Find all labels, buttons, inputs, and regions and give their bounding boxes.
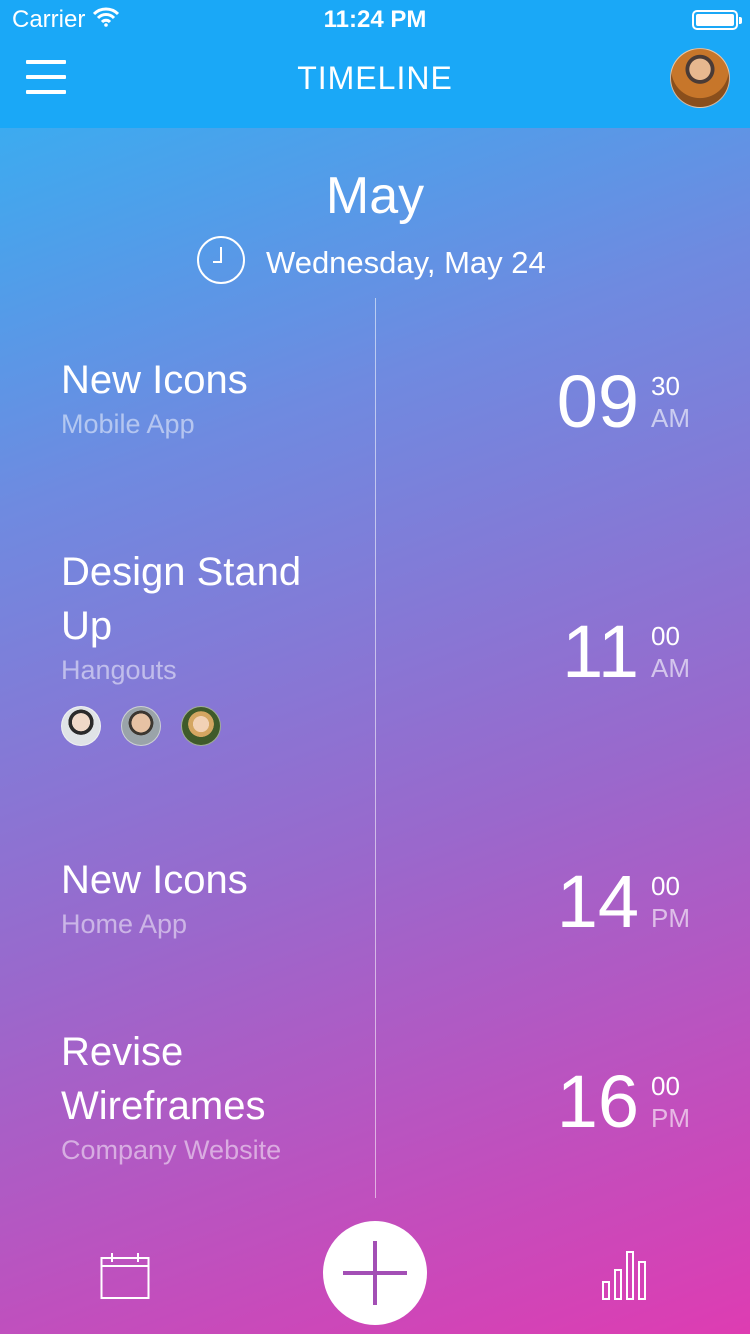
event-title-line1: Design Stand: [61, 550, 302, 594]
nav-bar: TIMELINE: [0, 40, 750, 128]
event-subtitle: Hangouts: [61, 655, 177, 685]
event-minutes: 00: [651, 1071, 680, 1101]
event-item[interactable]: New Icons Home App: [61, 853, 361, 940]
month-heading: May: [325, 167, 425, 225]
add-event-button[interactable]: [323, 1221, 427, 1325]
date-row[interactable]: Wednesday, May 24: [196, 235, 546, 290]
attendee-avatar[interactable]: [61, 706, 101, 746]
event-title-line2: Up: [61, 604, 113, 648]
clock-icon: [196, 235, 246, 290]
event-time: 14 00 PM: [557, 865, 690, 939]
event-time: 11 00 AM: [562, 615, 690, 689]
event-title: New Icons: [61, 358, 248, 402]
event-period: PM: [651, 1103, 690, 1133]
event-subtitle: Mobile App: [61, 409, 195, 439]
user-avatar[interactable]: [670, 48, 730, 108]
event-minutes: 00: [651, 871, 680, 901]
event-title: New Icons: [61, 858, 248, 902]
event-title-line1: Revise: [61, 1030, 184, 1074]
event-hour: 16: [556, 1060, 639, 1143]
status-time: 11:24 PM: [323, 6, 427, 33]
event-period: AM: [651, 403, 690, 433]
bar-chart-icon[interactable]: [602, 1250, 648, 1305]
event-time: 16 00 PM: [557, 1065, 690, 1139]
attendee-avatar[interactable]: [181, 706, 221, 746]
event-hour: 11: [562, 610, 639, 693]
timeline-divider: [375, 298, 376, 1198]
event-minutes: 00: [651, 621, 680, 651]
event-minutes: 30: [651, 371, 680, 401]
event-period: PM: [651, 903, 690, 933]
event-hour: 09: [556, 360, 639, 443]
page-title: TIMELINE: [297, 60, 453, 96]
event-period: AM: [651, 653, 690, 683]
calendar-icon[interactable]: [100, 1252, 150, 1305]
event-title-line2: Wireframes: [61, 1084, 266, 1128]
event-subtitle: Company Website: [61, 1135, 282, 1165]
attendee-list: [61, 706, 361, 746]
attendee-avatar[interactable]: [121, 706, 161, 746]
event-time: 09 30 AM: [557, 365, 690, 439]
date-label: Wednesday, May 24: [266, 244, 546, 280]
event-item[interactable]: New Icons Mobile App: [61, 353, 361, 440]
status-bar: Carrier 11:24 PM: [0, 0, 750, 40]
battery-icon: [692, 10, 742, 30]
event-hour: 14: [556, 860, 639, 943]
event-item[interactable]: Revise Wireframes Company Website: [61, 1025, 361, 1166]
event-subtitle: Home App: [61, 909, 188, 939]
event-item[interactable]: Design Stand Up Hangouts: [61, 545, 361, 746]
